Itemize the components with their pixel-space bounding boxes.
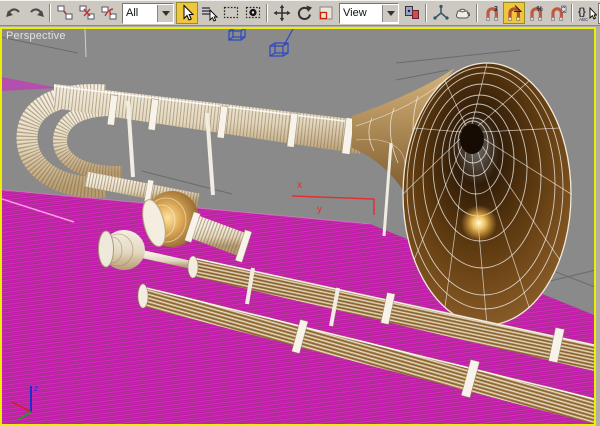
bind-to-space-warp-icon: [101, 6, 117, 20]
select-and-rotate-button[interactable]: [293, 2, 315, 24]
bell: [402, 62, 572, 326]
select-and-move-icon: [273, 4, 291, 22]
toolbar-separator: [570, 4, 575, 22]
spinner-snap-icon: [551, 5, 567, 21]
toolbar-separator: [424, 4, 429, 22]
select-and-manipulate-button[interactable]: [430, 2, 452, 24]
select-and-rotate-icon: [297, 5, 312, 21]
rectangular-selection-region-button[interactable]: [220, 2, 242, 24]
snap-3d-badge: 3: [494, 6, 498, 13]
angle-snap-toggle-icon: [508, 5, 523, 21]
toolbar-separator: [48, 4, 53, 22]
selection-filter-value: All: [126, 7, 139, 19]
select-object-button[interactable]: [176, 2, 198, 24]
reference-coordinate-dropdown[interactable]: View: [339, 2, 399, 24]
select-by-name-button[interactable]: [198, 2, 220, 24]
keyboard-override-button[interactable]: [452, 2, 474, 24]
dropdown-arrow-icon[interactable]: [382, 4, 398, 22]
percent-snap-icon: %: [530, 6, 544, 21]
redo-icon: [30, 8, 44, 17]
rectangular-selection-region-icon: [223, 6, 239, 19]
viewport-canvas[interactable]: z x y: [2, 29, 594, 424]
application-window: { "toolbar": { "selection_filter_value":…: [0, 0, 600, 426]
gizmo-y-label: y: [317, 204, 322, 215]
select-and-move-button[interactable]: [271, 2, 293, 24]
snap-toggle-3d-button[interactable]: 3: [481, 2, 503, 24]
abc-label: ABC: [579, 17, 589, 22]
world-axis-z-label: z: [34, 383, 39, 393]
dropdown-arrow-icon[interactable]: [157, 4, 173, 22]
bind-to-space-warp-button[interactable]: [98, 2, 120, 24]
unlink-selection-button[interactable]: [76, 2, 98, 24]
toolbar-separator: [265, 4, 270, 22]
use-pivot-point-center-button[interactable]: [401, 2, 423, 24]
snap-percent-badge: %: [537, 6, 544, 13]
select-and-scale-icon: [319, 6, 333, 20]
toolbar-separator: [475, 4, 480, 22]
undo-icon: [6, 8, 20, 17]
named-selection-sets-button[interactable]: {} ABC: [576, 2, 598, 24]
select-and-scale-button[interactable]: [315, 2, 337, 24]
redo-button[interactable]: [25, 2, 47, 24]
select-and-link-button[interactable]: [54, 2, 76, 24]
viewport-perspective[interactable]: Perspective z x y: [0, 27, 596, 426]
select-by-name-icon: [202, 7, 218, 22]
window-crossing-button[interactable]: [242, 2, 264, 24]
select-and-link-icon: [57, 5, 73, 20]
undo-button[interactable]: [3, 2, 25, 24]
gizmo-x-label: x: [297, 180, 302, 191]
named-selection-sets-icon: {} ABC: [578, 6, 597, 22]
keyboard-override-icon: [455, 8, 471, 19]
unlink-selection-icon: [79, 5, 95, 20]
select-and-manipulate-icon: [433, 4, 449, 20]
select-object-icon: [183, 4, 195, 21]
window-crossing-icon: [245, 6, 261, 19]
viewport-label[interactable]: Perspective: [6, 30, 66, 42]
reference-coordinate-value: View: [343, 7, 367, 19]
bell-specular-highlight: [461, 205, 497, 241]
main-toolbar: All View 3 % {} ABC: [0, 0, 600, 26]
bell-throat: [460, 124, 484, 154]
selection-filter-dropdown[interactable]: All: [122, 2, 174, 24]
percent-snap-button[interactable]: %: [525, 2, 547, 24]
spinner-snap-button[interactable]: [547, 2, 569, 24]
angle-snap-toggle-button[interactable]: [503, 2, 525, 24]
snap-toggle-3d-icon: 3: [486, 6, 499, 21]
use-pivot-point-center-icon: [405, 6, 419, 19]
